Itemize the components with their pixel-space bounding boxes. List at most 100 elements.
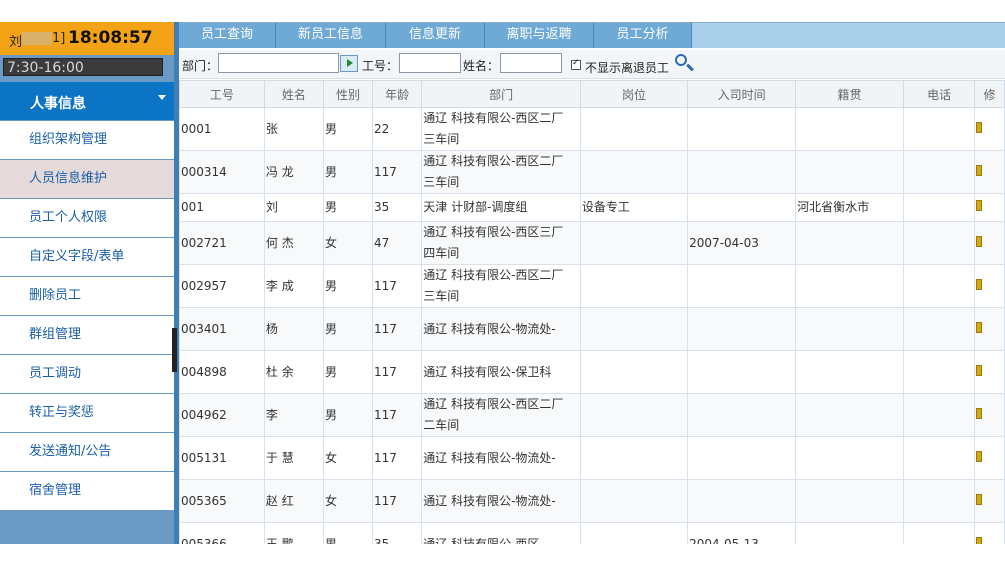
cell-age: 22 <box>371 107 423 151</box>
tab-item[interactable]: 新员工信息 <box>276 23 386 48</box>
table-row[interactable]: 005365 赵 红女 117 通辽 科技有限公-物流处- <box>179 479 1005 523</box>
nav-section-title: 人事信息 <box>30 96 86 112</box>
cell-post <box>579 522 689 544</box>
tab-item[interactable]: 离职与返聘 <box>485 23 594 48</box>
sidebar-item[interactable]: 发送通知/公告 <box>0 433 174 472</box>
cell-join <box>687 436 797 480</box>
cell-name: 王 鹏 <box>263 522 324 544</box>
column-header[interactable]: 岗位 <box>579 80 689 108</box>
cell-join <box>687 479 797 523</box>
redacted-name <box>22 32 52 45</box>
cell-age: 47 <box>371 221 423 265</box>
table-row[interactable]: 001 刘男 35 天津 计财部-调度组 设备专工 河北省衡水市 <box>179 193 1005 222</box>
table-row[interactable]: 0001 张男 22 通辽 科技有限公-西区二厂 三车间 <box>179 107 1005 151</box>
cell-name: 赵 红 <box>263 479 324 523</box>
cell-edit[interactable] <box>974 150 1005 194</box>
employee-id-label: 工号： <box>362 59 399 73</box>
hide-departed-label: 不显示离退员工 <box>585 61 670 75</box>
sidebar-item[interactable]: 员工个人权限 <box>0 199 174 238</box>
column-header[interactable]: 入司时间 <box>687 80 797 108</box>
cell-edit[interactable] <box>974 221 1005 265</box>
cell-id: 004962 <box>179 393 265 437</box>
table-row[interactable]: 000314 冯 龙男 117 通辽 科技有限公-西区二厂 三车间 <box>179 150 1005 194</box>
cell-origin <box>795 522 905 544</box>
cell-phone <box>903 393 976 437</box>
cell-dept: 通辽 科技有限公-物流处- <box>421 436 581 480</box>
employee-table: 工号 姓名 性别 年龄 部门 岗位 入司时间 籍贯 电话修 0001 张男 22 通辽 科技有限公-西… <box>179 80 1005 544</box>
edit-icon[interactable] <box>976 493 983 505</box>
sidebar-item[interactable]: 组织架构管理 <box>0 121 174 160</box>
cell-edit[interactable] <box>974 436 1005 480</box>
search-icon[interactable] <box>675 54 687 66</box>
edit-icon[interactable] <box>976 536 983 544</box>
hide-departed-checkbox[interactable] <box>571 58 581 70</box>
sidebar-item[interactable]: 宿舍管理 <box>0 472 174 511</box>
shift-time: 7:30-16:00 <box>3 58 163 76</box>
edit-icon[interactable] <box>976 235 983 247</box>
table-row[interactable]: 004898 杜 余男 117 通辽 科技有限公-保卫科 <box>179 350 1005 394</box>
sidebar-item[interactable]: 员工调动 <box>0 355 174 394</box>
cell-edit[interactable] <box>974 393 1005 437</box>
nav-section-header[interactable]: 人事信息 <box>0 82 174 120</box>
tab-item[interactable]: 员工查询 <box>179 23 276 48</box>
cell-name: 张 <box>263 107 324 151</box>
cell-join: 2007-04-03 <box>687 221 797 265</box>
sidebar-item[interactable]: 删除员工 <box>0 277 174 316</box>
dept-label: 部门： <box>182 59 219 73</box>
cell-gender: 女 <box>322 479 373 523</box>
cell-dept: 通辽 科技有限公-西区二厂 三车间 <box>421 107 581 151</box>
sidebar-item[interactable]: 转正与奖惩 <box>0 394 174 433</box>
sidebar-item[interactable]: 群组管理 <box>0 316 174 355</box>
name-input[interactable] <box>500 53 562 73</box>
column-header[interactable]: 年龄 <box>371 80 423 108</box>
edit-icon[interactable] <box>976 164 983 176</box>
cell-edit[interactable] <box>974 193 1005 222</box>
sidebar-item[interactable]: 自定义字段/表单 <box>0 238 174 277</box>
cell-edit[interactable] <box>974 107 1005 151</box>
column-header[interactable]: 部门 <box>421 80 581 108</box>
dept-input[interactable] <box>218 53 339 73</box>
cell-id: 002721 <box>179 221 265 265</box>
edit-icon[interactable] <box>976 121 983 133</box>
collapse-handle[interactable] <box>172 328 177 372</box>
sidebar-item[interactable]: 人员信息维护 <box>0 160 174 199</box>
column-header[interactable]: 姓名 <box>263 80 324 108</box>
table-row[interactable]: 002721 何 杰女 47 通辽 科技有限公-西区三厂 四车间 2007-04-03 <box>179 221 1005 265</box>
cell-age: 117 <box>371 479 423 523</box>
table-row[interactable]: 003401 杨男 117 通辽 科技有限公-物流处- <box>179 307 1005 351</box>
edit-icon[interactable] <box>976 278 983 290</box>
tab-item[interactable]: 员工分析 <box>594 23 692 48</box>
tab-item[interactable]: 信息更新 <box>386 23 485 48</box>
edit-icon[interactable] <box>976 407 983 419</box>
table-row[interactable]: 005366 王 鹏男 35 通辽 科技有限公-西区 2004-05-13 <box>179 522 1005 544</box>
cell-dept: 通辽 科技有限公-物流处- <box>421 479 581 523</box>
column-header[interactable]: 工号 <box>179 80 265 108</box>
cell-gender: 男 <box>322 150 373 194</box>
table-row[interactable]: 005131 于 慧女 117 通辽 科技有限公-物流处- <box>179 436 1005 480</box>
cell-name: 李 <box>263 393 324 437</box>
cell-origin <box>795 307 905 351</box>
edit-icon[interactable] <box>976 450 983 462</box>
cell-edit[interactable] <box>974 522 1005 544</box>
cell-edit[interactable] <box>974 350 1005 394</box>
cell-post <box>579 436 689 480</box>
table-row[interactable]: 004962 李男 117 通辽 科技有限公-西区二厂 二车间 <box>179 393 1005 437</box>
column-header[interactable]: 修 <box>974 80 1005 108</box>
cell-origin <box>795 436 905 480</box>
cell-edit[interactable] <box>974 307 1005 351</box>
cell-edit[interactable] <box>974 479 1005 523</box>
table-row[interactable]: 002957 李 成男 117 通辽 科技有限公-西区二厂 三车间 <box>179 264 1005 308</box>
column-header[interactable]: 电话 <box>903 80 976 108</box>
edit-icon[interactable] <box>976 200 983 211</box>
column-header[interactable]: 籍贯 <box>795 80 905 108</box>
cell-join <box>687 193 797 222</box>
column-header[interactable]: 性别 <box>322 80 373 108</box>
cell-phone <box>903 522 976 544</box>
edit-icon[interactable] <box>976 364 983 376</box>
cell-name: 杜 余 <box>263 350 324 394</box>
dept-picker-button[interactable] <box>340 55 358 72</box>
employee-id-input[interactable] <box>399 53 461 73</box>
sidebar: 刘 1] 18:08:57 7:30-16:00 人事信息 组织架构管理 人员信息… <box>0 22 174 544</box>
edit-icon[interactable] <box>976 321 983 333</box>
cell-edit[interactable] <box>974 264 1005 308</box>
